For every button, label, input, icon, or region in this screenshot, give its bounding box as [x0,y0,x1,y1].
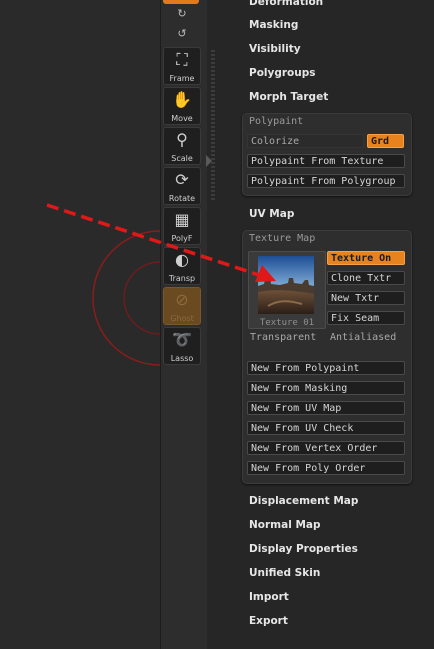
menu-polygroups[interactable]: Polygroups [249,67,316,79]
ghost-label: Ghost [170,314,194,323]
menu-normal-map[interactable]: Normal Map [249,519,321,531]
polyf-button[interactable]: ▦ PolyF [163,207,201,245]
collapse-arrow-icon[interactable] [206,155,212,167]
rotate-button[interactable]: ⟳ Rotate [163,167,201,205]
menu-displacement-map[interactable]: Displacement Map [249,495,358,507]
menu-visibility[interactable]: Visibility [249,43,301,55]
menu-deformation[interactable]: Deformation [249,0,323,8]
frame-label: Frame [169,74,195,83]
polypaint-title[interactable]: Polypaint [249,116,303,127]
redo-icon[interactable]: ↻ [175,7,189,21]
frame-icon: ⛶ [176,50,188,69]
active-tool-indicator[interactable] [163,0,199,4]
texture-caption: Texture 01 [259,318,315,328]
clone-txtr-button[interactable]: Clone Txtr [327,271,405,285]
menu-export[interactable]: Export [249,615,288,627]
polyframe-icon: ▦ [174,210,190,229]
new-from-vertex-order-button[interactable]: New From Vertex Order [247,441,405,455]
texture-map-title[interactable]: Texture Map [249,233,315,244]
move-button[interactable]: ✋ Move [163,87,201,125]
splitter-grip[interactable] [211,50,215,200]
ghost-button[interactable]: ⊘ Ghost [163,287,201,325]
menu-morph-target[interactable]: Morph Target [249,91,328,103]
menu-unified-skin[interactable]: Unified Skin [249,567,320,579]
new-from-polypaint-button[interactable]: New From Polypaint [247,361,405,375]
polypaint-from-texture-button[interactable]: Polypaint From Texture [247,154,405,168]
scale-label: Scale [171,154,193,163]
rotate-label: Rotate [168,194,196,203]
zoom-icon: ⚲ [176,130,188,149]
fix-seam-button[interactable]: Fix Seam [327,311,405,325]
move-label: Move [171,114,193,123]
lasso-icon: ➰ [172,330,192,349]
undo-icon[interactable]: ↺ [175,27,189,41]
polypaint-from-polygroup-button[interactable]: Polypaint From Polygroup [247,174,405,188]
rotate-icon: ⟳ [175,170,189,189]
menu-uv-map[interactable]: UV Map [249,208,294,220]
menu-display-properties[interactable]: Display Properties [249,543,358,555]
grd-button[interactable]: Grd [367,134,404,148]
new-from-uv-map-button[interactable]: New From UV Map [247,401,405,415]
transparency-icon: ◐ [175,250,189,269]
canvas-viewport[interactable] [0,0,160,649]
transp-button[interactable]: ◐ Transp [163,247,201,285]
lasso-label: Lasso [170,354,194,363]
new-from-poly-order-button[interactable]: New From Poly Order [247,461,405,475]
new-txtr-button[interactable]: New Txtr [327,291,405,305]
texture-thumbnail[interactable]: Texture 01 [248,251,326,329]
menu-masking[interactable]: Masking [249,19,298,31]
transp-label: Transp [168,274,196,283]
antialiased-toggle[interactable]: Antialiased [330,332,396,343]
menu-import[interactable]: Import [249,591,289,603]
viewport-circle-decoration [92,230,160,366]
scale-button[interactable]: ⚲ Scale [163,127,201,165]
ghost-icon: ⊘ [175,290,189,309]
lasso-button[interactable]: ➰ Lasso [163,327,201,365]
colorize-toggle[interactable]: Colorize [247,134,364,148]
transparent-toggle[interactable]: Transparent [250,332,316,343]
texture-preview-image [258,256,314,314]
new-from-uv-check-button[interactable]: New From UV Check [247,421,405,435]
new-from-masking-button[interactable]: New From Masking [247,381,405,395]
texture-on-button[interactable]: Texture On [327,251,405,265]
frame-button[interactable]: ⛶ Frame [163,47,201,85]
move-hand-icon: ✋ [172,90,192,109]
polyf-label: PolyF [171,234,193,243]
